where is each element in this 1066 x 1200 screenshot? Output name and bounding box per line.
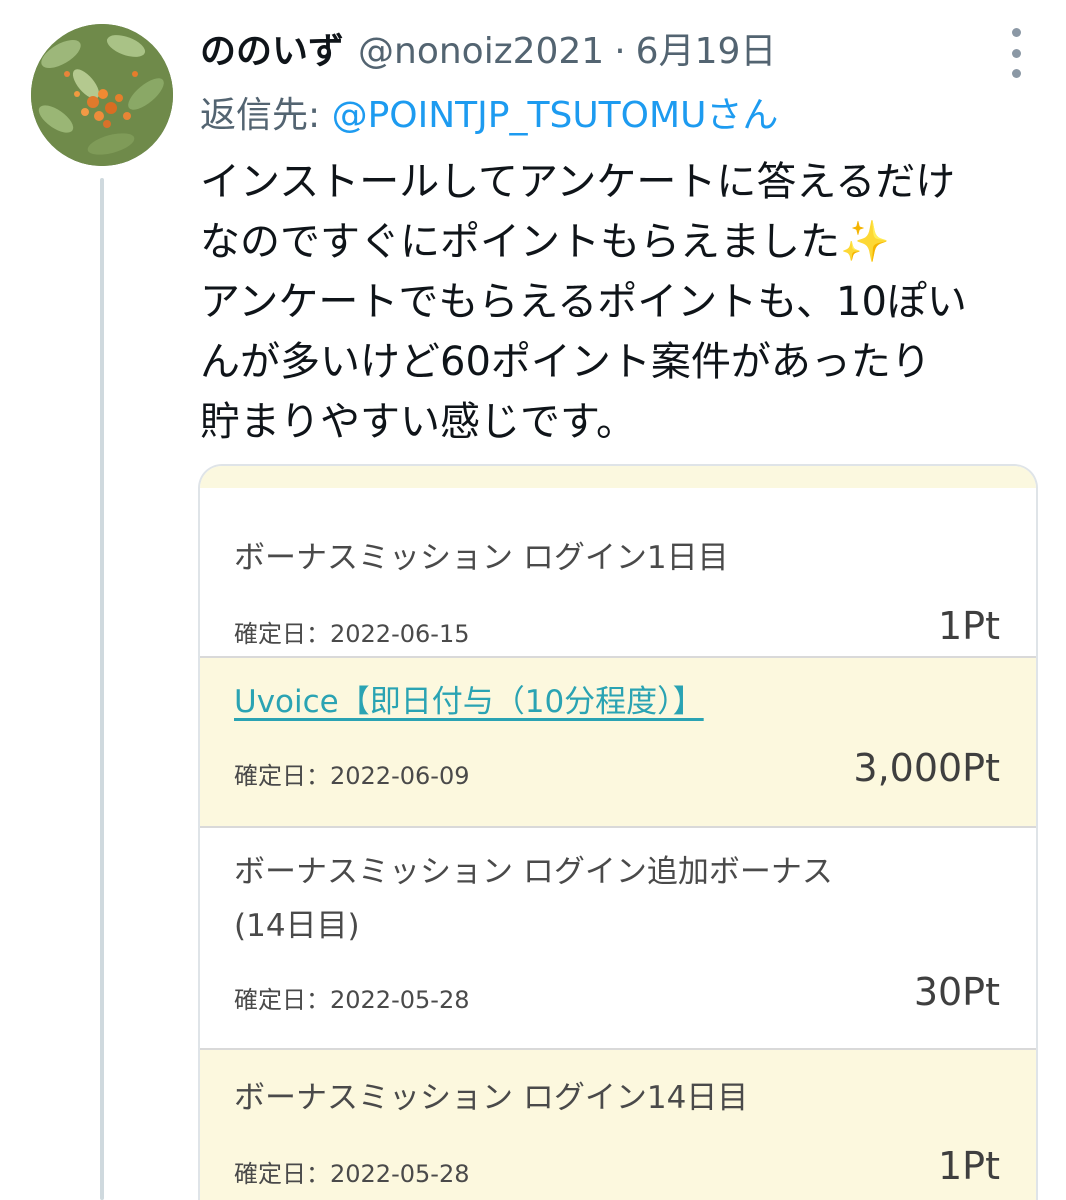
- tweet-text-line: インストールしてアンケートに答えるだけ: [200, 159, 956, 205]
- tweet-text-line: んが多いけど60ポイント案件があったり: [200, 339, 931, 385]
- history-item-date: 確定日：2022-06-15: [234, 614, 469, 649]
- date-value: 2022-06-09: [330, 762, 470, 790]
- history-row: ボーナスミッション ログイン追加ボーナス (14日目) 確定日：2022-05-…: [200, 828, 1036, 1050]
- date-value: 2022-06-15: [330, 620, 470, 648]
- card-top-strip: [200, 466, 1036, 488]
- tweet-text-line: アンケートでもらえるポイントも、10ぽい: [200, 279, 967, 325]
- date-label: 確定日：: [234, 762, 330, 790]
- history-item-title: ボーナスミッション ログイン追加ボーナス: [234, 854, 833, 890]
- date-label: 確定日：: [234, 620, 330, 648]
- tweet-text-line-with-emoji: なのですぐにポイントもらえました✨: [200, 212, 1040, 272]
- reply-to-line: 返信先: @POINTJP_TSUTOMUさん: [200, 86, 778, 138]
- reply-to-prefix: 返信先:: [200, 95, 332, 136]
- thread-line: [100, 178, 104, 1200]
- history-item-title: (14日目): [234, 908, 360, 944]
- date-label: 確定日：: [234, 1160, 330, 1188]
- avatar[interactable]: [31, 24, 173, 166]
- history-row: ボーナスミッション ログイン14日目 確定日：2022-05-28 1Pt: [200, 1050, 1036, 1200]
- history-item-points: 30Pt: [913, 970, 1000, 1014]
- sparkles-icon: ✨: [840, 219, 890, 265]
- history-item-points: 1Pt: [938, 604, 1000, 648]
- date-value: 2022-05-28: [330, 1160, 470, 1188]
- tweet-date[interactable]: 6月19日: [636, 22, 777, 74]
- display-name[interactable]: ののいず: [200, 22, 344, 74]
- more-vertical-icon[interactable]: [1004, 28, 1028, 78]
- avatar-image: [31, 24, 173, 166]
- user-handle[interactable]: @nonoiz2021: [358, 31, 604, 72]
- history-row: ボーナスミッション ログイン1日目 確定日：2022-06-15 1Pt: [200, 488, 1036, 658]
- tweet-text: インストールしてアンケートに答えるだけ なのですぐにポイントもらえました✨ アン…: [200, 152, 1040, 452]
- reply-mention-link[interactable]: @POINTJP_TSUTOMUさん: [332, 95, 779, 136]
- tweet-header: ののいず @nonoiz2021 · 6月19日: [200, 22, 776, 78]
- date-value: 2022-05-28: [330, 986, 470, 1014]
- history-item-title: ボーナスミッション ログイン14日目: [234, 1080, 749, 1116]
- history-item-title-link[interactable]: Uvoice【即日付与（10分程度）】: [234, 676, 704, 728]
- history-item-date: 確定日：2022-06-09: [234, 756, 469, 791]
- date-label: 確定日：: [234, 986, 330, 1014]
- tweet-page: ののいず @nonoiz2021 · 6月19日 返信先: @POINTJP_T…: [0, 0, 1066, 1200]
- history-item-date: 確定日：2022-05-28: [234, 1154, 469, 1189]
- tweet-text-line: 貯まりやすい感じです。: [200, 399, 636, 445]
- history-row: Uvoice【即日付与（10分程度）】 確定日：2022-06-09 3,000…: [200, 658, 1036, 828]
- history-item-title: ボーナスミッション ログイン1日目: [234, 540, 729, 576]
- separator-dot: ·: [614, 31, 626, 72]
- history-item-date: 確定日：2022-05-28: [234, 980, 469, 1015]
- attached-image-point-history[interactable]: ボーナスミッション ログイン1日目 確定日：2022-06-15 1Pt Uvo…: [198, 464, 1038, 1200]
- history-item-points: 3,000Pt: [853, 746, 1000, 790]
- tweet-text-line: なのですぐにポイントもらえました: [200, 219, 840, 265]
- history-item-points: 1Pt: [938, 1144, 1000, 1188]
